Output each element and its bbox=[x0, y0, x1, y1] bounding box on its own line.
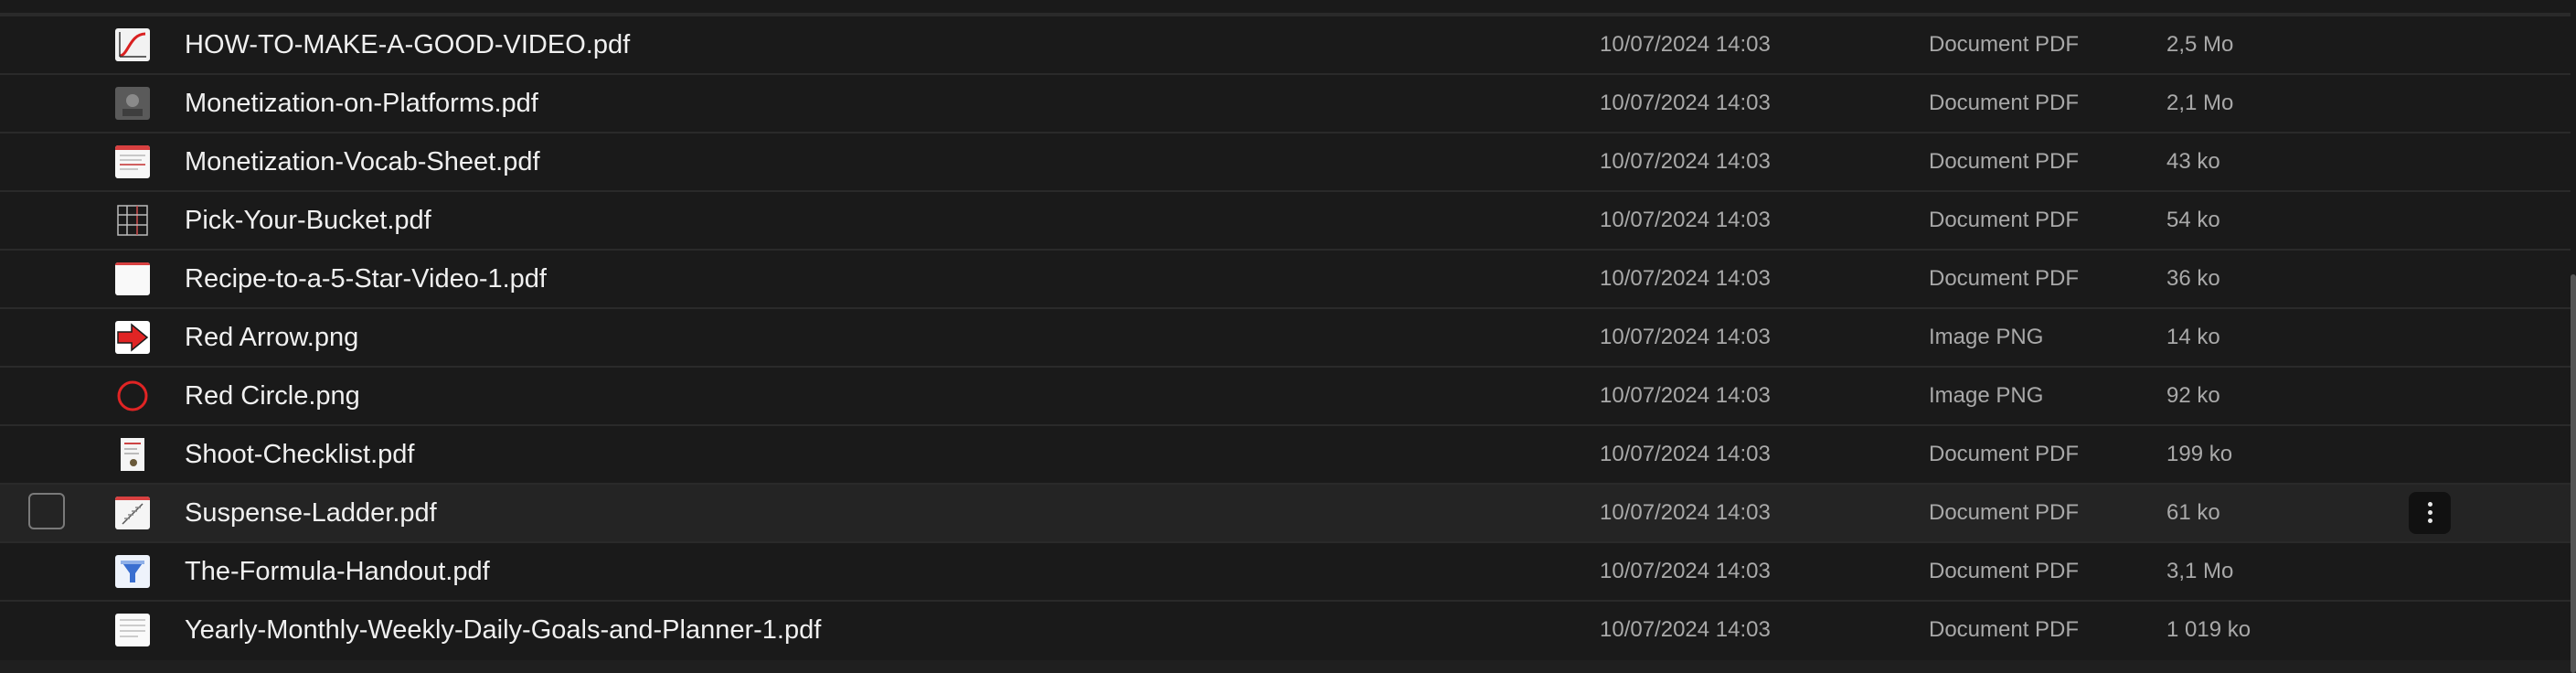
file-name[interactable]: HOW-TO-MAKE-A-GOOD-VIDEO.pdf bbox=[185, 16, 630, 73]
file-row[interactable]: The-Formula-Handout.pdf 10/07/2024 14:03 D… bbox=[0, 541, 2571, 600]
pdf-checklist-icon bbox=[115, 438, 150, 471]
file-row[interactable]: Shoot-Checklist.pdf 10/07/2024 14:03 Docum… bbox=[0, 424, 2571, 483]
more-dot-icon bbox=[2428, 502, 2432, 507]
file-size: 14 ko bbox=[2166, 325, 2220, 349]
file-size: 61 ko bbox=[2166, 500, 2220, 525]
pdf-ladder-icon bbox=[115, 497, 150, 529]
file-name[interactable]: Suspense-Ladder.pdf bbox=[185, 485, 437, 541]
file-size: 2,5 Mo bbox=[2166, 32, 2234, 57]
more-dot-icon bbox=[2428, 510, 2432, 515]
file-kind: Document PDF bbox=[1929, 149, 2080, 174]
file-name[interactable]: Monetization-Vocab-Sheet.pdf bbox=[185, 134, 540, 190]
file-kind: Image PNG bbox=[1929, 383, 2044, 408]
file-modified-date: 10/07/2024 14:03 bbox=[1600, 442, 1771, 466]
file-kind: Image PNG bbox=[1929, 325, 2044, 349]
file-name[interactable]: Yearly-Monthly-Weekly-Daily-Goals-and-Pl… bbox=[185, 602, 821, 658]
file-kind: Document PDF bbox=[1929, 208, 2080, 232]
file-size: 3,1 Mo bbox=[2166, 559, 2234, 583]
file-size: 2,1 Mo bbox=[2166, 91, 2234, 115]
pdf-funnel-icon bbox=[115, 555, 150, 588]
file-size: 199 ko bbox=[2166, 442, 2233, 466]
file-list: HOW-TO-MAKE-A-GOOD-VIDEO.pdf 10/07/2024 1… bbox=[0, 0, 2576, 673]
file-modified-date: 10/07/2024 14:03 bbox=[1600, 91, 1771, 115]
pdf-blank-page-icon bbox=[115, 262, 150, 295]
file-kind: Document PDF bbox=[1929, 266, 2080, 291]
file-kind: Document PDF bbox=[1929, 442, 2080, 466]
file-modified-date: 10/07/2024 14:03 bbox=[1600, 617, 1771, 642]
pdf-planner-icon bbox=[115, 614, 150, 646]
file-kind: Document PDF bbox=[1929, 617, 2080, 642]
file-modified-date: 10/07/2024 14:03 bbox=[1600, 559, 1771, 583]
pdf-dark-photo-icon bbox=[115, 87, 150, 120]
file-modified-date: 10/07/2024 14:03 bbox=[1600, 266, 1771, 291]
red-circle-image-icon bbox=[115, 379, 150, 412]
file-row[interactable]: HOW-TO-MAKE-A-GOOD-VIDEO.pdf 10/07/2024 1… bbox=[0, 15, 2571, 73]
pdf-document-icon bbox=[115, 145, 150, 178]
more-options-button[interactable] bbox=[2409, 492, 2451, 534]
file-kind: Document PDF bbox=[1929, 559, 2080, 583]
red-arrow-image-icon bbox=[115, 321, 150, 354]
file-modified-date: 10/07/2024 14:03 bbox=[1600, 32, 1771, 57]
file-row[interactable]: Monetization-on-Platforms.pdf 10/07/2024 … bbox=[0, 73, 2571, 132]
file-name[interactable]: Red Arrow.png bbox=[185, 309, 358, 366]
file-size: 54 ko bbox=[2166, 208, 2220, 232]
file-modified-date: 10/07/2024 14:03 bbox=[1600, 325, 1771, 349]
file-name[interactable]: Monetization-on-Platforms.pdf bbox=[185, 75, 538, 132]
file-row[interactable]: Red Arrow.png 10/07/2024 14:03 Image PNG 14… bbox=[0, 307, 2571, 366]
file-size: 43 ko bbox=[2166, 149, 2220, 174]
file-name[interactable]: The-Formula-Handout.pdf bbox=[185, 543, 490, 600]
file-row[interactable]: Red Circle.png 10/07/2024 14:03 Image PNG 9… bbox=[0, 366, 2571, 424]
file-row[interactable]: Monetization-Vocab-Sheet.pdf 10/07/2024 1… bbox=[0, 132, 2571, 190]
file-row[interactable]: Recipe-to-a-5-Star-Video-1.pdf 10/07/2024… bbox=[0, 249, 2571, 307]
file-row[interactable]: Suspense-Ladder.pdf 10/07/2024 14:03 Docum… bbox=[0, 483, 2571, 541]
file-size: 1 019 ko bbox=[2166, 617, 2251, 642]
file-kind: Document PDF bbox=[1929, 500, 2080, 525]
file-modified-date: 10/07/2024 14:03 bbox=[1600, 500, 1771, 525]
pdf-table-icon bbox=[115, 204, 150, 237]
file-modified-date: 10/07/2024 14:03 bbox=[1600, 149, 1771, 174]
scrollbar-thumb[interactable] bbox=[2571, 274, 2576, 673]
file-modified-date: 10/07/2024 14:03 bbox=[1600, 383, 1771, 408]
file-row[interactable]: Yearly-Monthly-Weekly-Daily-Goals-and-Pl… bbox=[0, 600, 2571, 658]
file-name[interactable]: Pick-Your-Bucket.pdf bbox=[185, 192, 431, 249]
bottom-divider bbox=[0, 660, 2571, 673]
file-kind: Document PDF bbox=[1929, 32, 2080, 57]
file-modified-date: 10/07/2024 14:03 bbox=[1600, 208, 1771, 232]
file-name[interactable]: Red Circle.png bbox=[185, 368, 360, 424]
file-kind: Document PDF bbox=[1929, 91, 2080, 115]
file-name[interactable]: Shoot-Checklist.pdf bbox=[185, 426, 414, 483]
file-size: 36 ko bbox=[2166, 266, 2220, 291]
file-name[interactable]: Recipe-to-a-5-Star-Video-1.pdf bbox=[185, 251, 547, 307]
file-size: 92 ko bbox=[2166, 383, 2220, 408]
pdf-red-graph-icon bbox=[115, 28, 150, 61]
file-row[interactable]: Pick-Your-Bucket.pdf 10/07/2024 14:03 Docu… bbox=[0, 190, 2571, 249]
row-select-checkbox[interactable] bbox=[28, 493, 65, 529]
more-dot-icon bbox=[2428, 518, 2432, 523]
